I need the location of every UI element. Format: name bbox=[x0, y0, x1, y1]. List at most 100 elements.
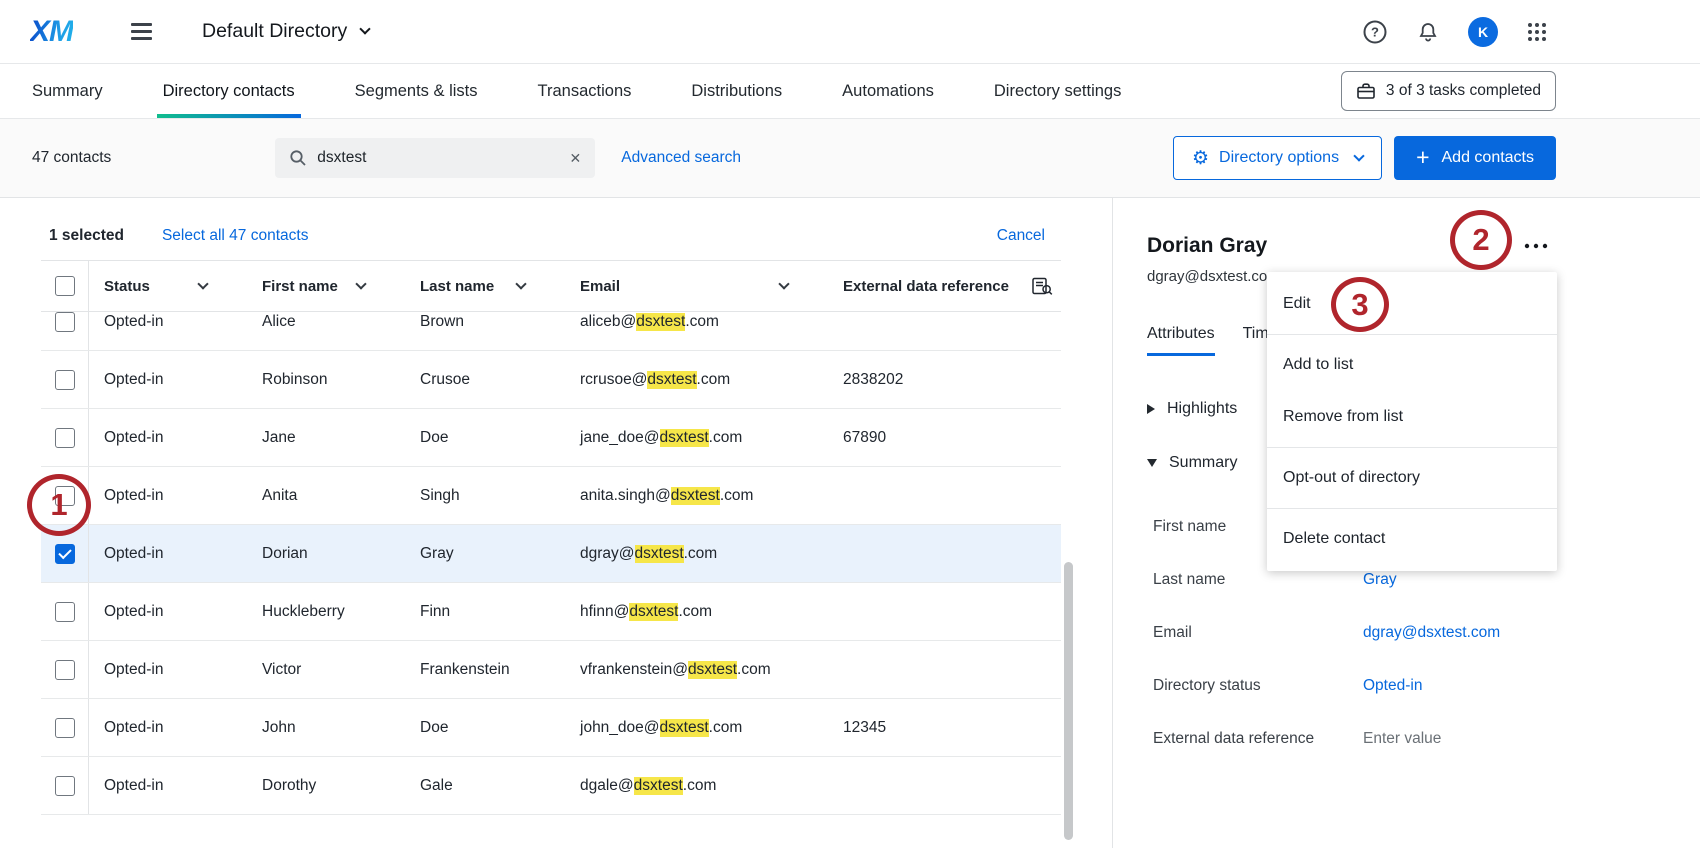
menu-item-opt-out-of-directory[interactable]: Opt-out of directory bbox=[1267, 452, 1557, 504]
cell-email: jane_doe@dsxtest.com bbox=[565, 409, 828, 466]
section-label: Summary bbox=[1169, 454, 1237, 472]
attribute-label: Last name bbox=[1153, 571, 1363, 589]
row-checkbox[interactable] bbox=[55, 544, 75, 564]
column-header-last-name[interactable]: Last name bbox=[405, 261, 565, 311]
cell-status: Opted-in bbox=[89, 641, 247, 698]
tab-summary[interactable]: Summary bbox=[32, 64, 103, 118]
menu-item-add-to-list[interactable]: Add to list bbox=[1267, 339, 1557, 391]
cancel-selection-link[interactable]: Cancel bbox=[997, 227, 1045, 245]
directory-selector[interactable]: Default Directory bbox=[202, 20, 369, 43]
advanced-search-link[interactable]: Advanced search bbox=[621, 149, 741, 167]
user-avatar[interactable]: K bbox=[1468, 17, 1498, 47]
tab-distributions[interactable]: Distributions bbox=[691, 64, 782, 118]
cell-status: Opted-in bbox=[89, 409, 247, 466]
attribute-value[interactable]: Opted-in bbox=[1363, 677, 1700, 695]
cell-first-name: Anita bbox=[247, 467, 405, 524]
panel-tab-attributes[interactable]: Attributes bbox=[1147, 325, 1215, 356]
attribute-row-email: Emaildgray@dsxtest.com bbox=[1153, 606, 1700, 659]
table-scrollbar-thumb[interactable] bbox=[1064, 562, 1073, 840]
column-header-status[interactable]: Status bbox=[89, 261, 247, 311]
cell-last-name: Crusoe bbox=[405, 351, 565, 408]
tab-segments-lists[interactable]: Segments & lists bbox=[355, 64, 478, 118]
cell-email: vfrankenstein@dsxtest.com bbox=[565, 641, 828, 698]
tab-transactions[interactable]: Transactions bbox=[538, 64, 632, 118]
select-all-checkbox[interactable] bbox=[55, 276, 75, 296]
top-bar: XM Default Directory ? K bbox=[0, 0, 1700, 64]
attribute-value[interactable]: Gray bbox=[1363, 571, 1700, 589]
row-checkbox[interactable] bbox=[55, 718, 75, 738]
cell-external-data-reference bbox=[828, 641, 1061, 698]
table-row-dorothy-gale[interactable]: Opted-inDorothyGaledgale@dsxtest.com bbox=[41, 757, 1061, 815]
tab-automations[interactable]: Automations bbox=[842, 64, 934, 118]
row-checkbox[interactable] bbox=[55, 428, 75, 448]
chevron-down-icon[interactable] bbox=[515, 278, 526, 289]
row-checkbox[interactable] bbox=[55, 776, 75, 796]
row-checkbox[interactable] bbox=[55, 370, 75, 390]
cell-external-data-reference: 2838202 bbox=[828, 351, 1061, 408]
menu-divider bbox=[1267, 334, 1557, 335]
cell-first-name: John bbox=[247, 699, 405, 756]
cell-last-name: Finn bbox=[405, 583, 565, 640]
cell-external-data-reference bbox=[828, 757, 1061, 814]
notifications-bell-icon[interactable] bbox=[1416, 20, 1440, 44]
cell-first-name: Dorothy bbox=[247, 757, 405, 814]
menu-item-remove-from-list[interactable]: Remove from list bbox=[1267, 391, 1557, 443]
column-header-first-name[interactable]: First name bbox=[247, 261, 405, 311]
row-checkbox-cell bbox=[41, 409, 89, 466]
row-checkbox-cell bbox=[41, 641, 89, 698]
briefcase-icon bbox=[1356, 82, 1376, 100]
row-checkbox[interactable] bbox=[55, 312, 75, 332]
cell-external-data-reference bbox=[828, 312, 1061, 350]
menu-item-delete-contact[interactable]: Delete contact bbox=[1267, 513, 1557, 565]
tasks-completed-button[interactable]: 3 of 3 tasks completed bbox=[1341, 71, 1556, 111]
annotation-circle-2: 2 bbox=[1450, 210, 1512, 270]
annotation-circle-3: 3 bbox=[1331, 277, 1389, 332]
xm-logo: XM bbox=[30, 15, 73, 49]
table-row-huckleberry-finn[interactable]: Opted-inHuckleberryFinnhfinn@dsxtest.com bbox=[41, 583, 1061, 641]
cell-status: Opted-in bbox=[89, 467, 247, 524]
column-label: Last name bbox=[420, 278, 494, 295]
select-all-link[interactable]: Select all 47 contacts bbox=[162, 227, 308, 245]
row-checkbox-cell bbox=[41, 583, 89, 640]
column-header-external-data-reference[interactable]: External data reference bbox=[828, 261, 1061, 311]
cell-last-name: Doe bbox=[405, 699, 565, 756]
table-row-alice-brown[interactable]: Opted-inAliceBrownaliceb@dsxtest.com bbox=[41, 312, 1061, 351]
tasks-completed-label: 3 of 3 tasks completed bbox=[1386, 82, 1541, 100]
search-input[interactable]: dsxtest ✕ bbox=[275, 138, 595, 178]
tab-directory-contacts[interactable]: Directory contacts bbox=[163, 64, 295, 118]
clear-search-icon[interactable]: ✕ bbox=[570, 150, 582, 167]
row-checkbox[interactable] bbox=[55, 660, 75, 680]
app-grid-icon[interactable] bbox=[1526, 21, 1548, 43]
attribute-value[interactable]: Enter value bbox=[1363, 730, 1700, 748]
column-header-email[interactable]: Email bbox=[565, 261, 828, 311]
table-row-robinson-crusoe[interactable]: Opted-inRobinsonCrusoercrusoe@dsxtest.co… bbox=[41, 351, 1061, 409]
contacts-table: Status First name Last name Email Extern… bbox=[41, 260, 1061, 848]
search-highlight: dsxtest bbox=[660, 429, 709, 447]
chevron-down-icon[interactable] bbox=[197, 278, 208, 289]
chevron-down-icon[interactable] bbox=[355, 278, 366, 289]
menu-item-edit[interactable]: Edit bbox=[1267, 278, 1557, 330]
chevron-down-icon[interactable] bbox=[778, 278, 789, 289]
table-row-victor-frankenstein[interactable]: Opted-inVictorFrankensteinvfrankenstein@… bbox=[41, 641, 1061, 699]
row-checkbox[interactable] bbox=[55, 602, 75, 622]
menu-divider bbox=[1267, 508, 1557, 509]
tab-directory-settings[interactable]: Directory settings bbox=[994, 64, 1121, 118]
help-icon[interactable]: ? bbox=[1362, 19, 1388, 45]
table-row-anita-singh[interactable]: Opted-inAnitaSinghanita.singh@dsxtest.co… bbox=[41, 467, 1061, 525]
directory-options-button[interactable]: ⚙ Directory options bbox=[1173, 136, 1382, 180]
table-row-jane-doe[interactable]: Opted-inJaneDoejane_doe@dsxtest.com67890 bbox=[41, 409, 1061, 467]
table-scroll-viewport[interactable]: Opted-inAliceBrownaliceb@dsxtest.comOpte… bbox=[41, 312, 1061, 848]
select-all-checkbox-cell bbox=[41, 261, 89, 311]
cell-last-name: Gray bbox=[405, 525, 565, 582]
contact-actions-ellipsis-icon[interactable] bbox=[1524, 236, 1548, 254]
attribute-label: Email bbox=[1153, 624, 1363, 642]
add-contacts-button[interactable]: + Add contacts bbox=[1394, 136, 1556, 180]
table-row-dorian-gray[interactable]: Opted-inDorianGraydgray@dsxtest.com bbox=[41, 525, 1061, 583]
table-row-john-doe[interactable]: Opted-inJohnDoejohn_doe@dsxtest.com12345 bbox=[41, 699, 1061, 757]
cell-first-name: Robinson bbox=[247, 351, 405, 408]
hamburger-menu-icon[interactable] bbox=[131, 23, 152, 40]
column-label: External data reference bbox=[843, 278, 1009, 295]
attribute-value[interactable]: dgray@dsxtest.com bbox=[1363, 624, 1700, 642]
column-preview-icon[interactable] bbox=[1031, 276, 1053, 296]
directory-nav: Summary Directory contacts Segments & list… bbox=[0, 64, 1700, 119]
